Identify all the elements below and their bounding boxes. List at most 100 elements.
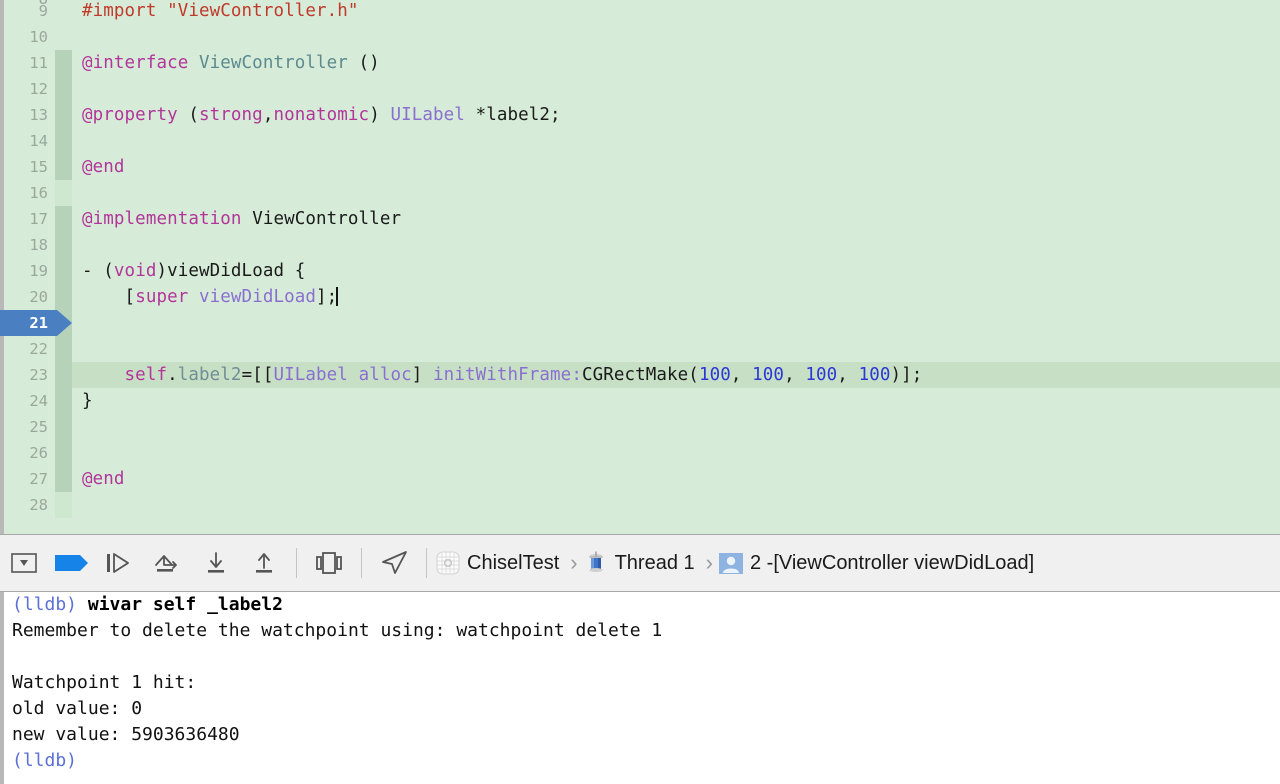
toolbar-separator [296,548,297,578]
line-number: 28 [29,496,48,514]
simulate-location-button[interactable] [370,541,418,585]
breadcrumb-thread-label[interactable]: Thread 1 [615,552,695,575]
lldb-console[interactable]: (lldb) wivar self _label2 Remember to del… [0,592,1280,784]
line-number: 11 [29,54,48,72]
code-line[interactable]: 27 @end [0,466,1280,492]
step-over-icon [155,555,177,572]
code-line[interactable]: 20 [super viewDidLoad]; [0,284,1280,310]
line-number: 21 [29,314,48,332]
fold-ribbon[interactable] [55,76,72,102]
fold-ribbon[interactable] [55,362,72,388]
thread-spool-icon [583,550,609,576]
fold-ribbon[interactable] [55,232,72,258]
lldb-output: old value: 0 [12,698,143,719]
code-line[interactable]: 22 [0,336,1280,362]
code-token: #import [82,1,168,21]
console-line: Remember to delete the watchpoint using:… [12,618,1280,644]
fold-ribbon[interactable] [55,206,72,232]
fold-ribbon[interactable] [55,258,72,284]
code-line[interactable]: 21 [0,310,1280,336]
code-token: , [837,365,859,385]
code-line[interactable]: 16 [0,180,1280,206]
continue-program-icon [107,553,129,573]
fold-ribbon[interactable] [55,414,72,440]
code-line[interactable]: 19 - (void)viewDidLoad { [0,258,1280,284]
code-line[interactable]: 9 #import "ViewController.h" [0,0,1280,24]
code-token: - ( [82,261,114,281]
code-token: UILabel [273,365,348,385]
code-token: *label2; [464,105,561,125]
code-line[interactable]: 18 [0,232,1280,258]
breadcrumb-process-label[interactable]: ChiselTest [467,552,559,575]
fold-ribbon[interactable] [55,50,72,76]
fold-ribbon[interactable] [55,102,72,128]
fold-ribbon[interactable] [55,180,72,206]
fold-ribbon[interactable] [55,388,72,414]
code-line[interactable]: 28 [0,492,1280,518]
fold-ribbon[interactable] [55,284,72,310]
code-token: CGRectMake( [581,365,699,385]
code-line-text: self.label2=[[UILabel alloc] initWithFra… [82,362,923,388]
code-token: , [730,365,753,385]
code-line-text: @end [82,466,125,492]
line-number: 15 [29,158,48,176]
view-hierarchy-icon [316,552,342,574]
code-line[interactable]: 13 @property (strong,nonatomic) UILabel *… [0,102,1280,128]
code-token: )viewDidLoad { [156,261,306,281]
code-token: alloc [347,365,412,385]
console-line: old value: 0 [12,696,1280,722]
text-caret [336,287,338,306]
hide-debug-area-icon [11,553,37,573]
code-token: initWithFrame: [433,365,582,385]
fold-ribbon[interactable] [55,0,72,24]
fold-ribbon[interactable] [55,492,72,518]
fold-ribbon[interactable] [55,128,72,154]
code-line[interactable]: 17 @implementation ViewController [0,206,1280,232]
code-token: @property [82,105,189,125]
code-line[interactable]: 24} [0,388,1280,414]
console-line: (lldb) wivar self _label2 [12,592,1280,618]
code-line[interactable]: 12 [0,76,1280,102]
line-number: 17 [29,210,48,228]
code-token: , [784,365,806,385]
code-token: nonatomic [273,105,370,125]
code-token: )]; [890,365,923,385]
deactivate-breakpoints-button[interactable] [48,541,96,585]
breadcrumb: ChiselTest › Thread 1 › 2 -[ViewControll… [435,550,1280,576]
fold-ribbon[interactable] [55,24,72,50]
step-over-button[interactable] [144,541,192,585]
code-line-text: @interface ViewController () [82,50,380,76]
fold-ribbon[interactable] [55,440,72,466]
fold-ribbon[interactable] [55,466,72,492]
fold-ribbon[interactable] [55,154,72,180]
code-token: . [167,365,178,385]
code-token: self [124,365,168,385]
code-token: =[[ [241,365,274,385]
hide-debug-area-button[interactable] [0,541,48,585]
breadcrumb-frame-label[interactable]: 2 -[ViewController viewDidLoad] [750,552,1034,575]
code-line[interactable]: 25 [0,414,1280,440]
continue-button[interactable] [96,541,144,585]
code-token: @interface [82,53,199,73]
step-into-button[interactable] [192,541,240,585]
stack-frame-icon [718,550,744,576]
line-number: 14 [29,132,48,150]
code-line[interactable]: 26 [0,440,1280,466]
code-token: 100 [698,365,731,385]
code-line[interactable]: 11 @interface ViewController () [0,50,1280,76]
code-line[interactable]: 14 [0,128,1280,154]
code-line-text: } [82,388,93,414]
code-line[interactable]: 10 [0,24,1280,50]
step-out-button[interactable] [240,541,288,585]
code-token: UILabel [390,105,465,125]
location-arrow-icon [382,551,407,574]
lldb-output: new value: 5903636480 [12,724,240,745]
line-number: 13 [29,106,48,124]
code-line[interactable]: 23 self.label2=[[UILabel alloc] initWith… [0,362,1280,388]
debug-view-hierarchy-button[interactable] [305,541,353,585]
source-editor[interactable]: 8 9#import "ViewController.h"1011@interf… [0,0,1280,534]
code-line[interactable]: 15 @end [0,154,1280,180]
fold-ribbon[interactable] [55,336,72,362]
code-token: viewDidLoad [188,287,317,307]
